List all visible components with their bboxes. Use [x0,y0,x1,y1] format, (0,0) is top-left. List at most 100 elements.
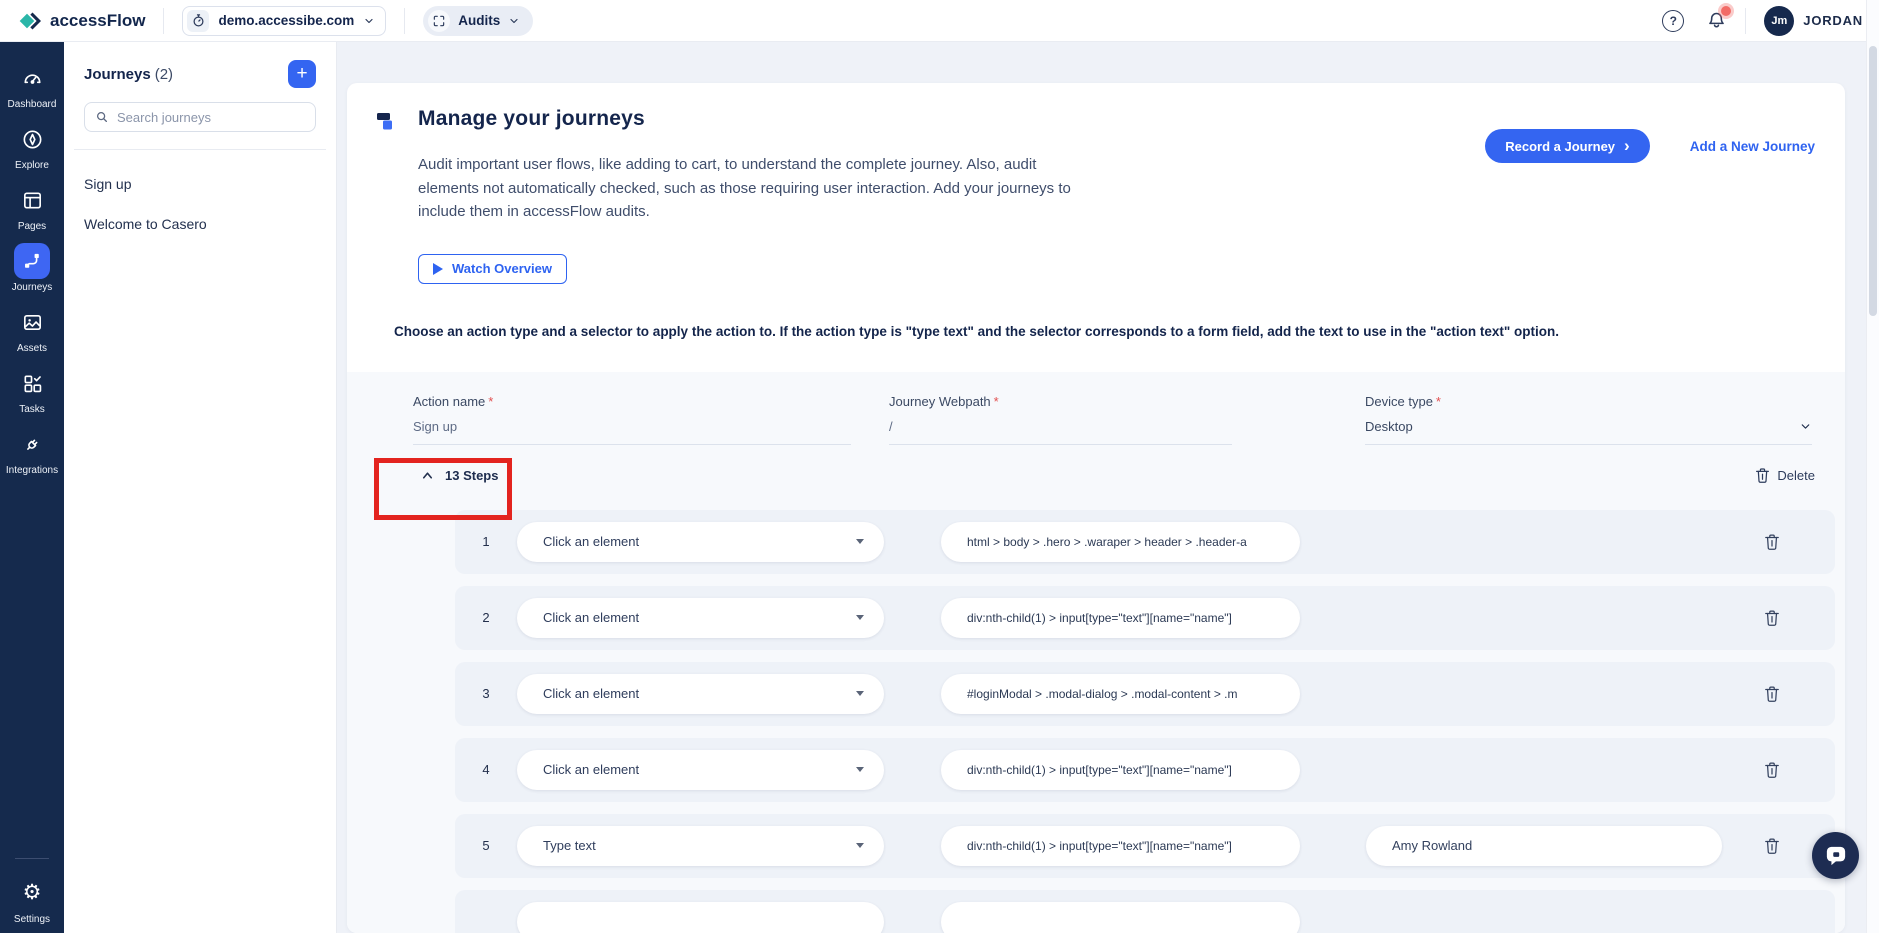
audits-selector-dropdown[interactable]: Audits [423,6,533,36]
brand-name: accessFlow [50,11,145,31]
delete-journey-button[interactable]: Delete [1755,467,1815,484]
add-journey-plus-button[interactable]: + [288,60,316,88]
sidebar-item-dashboard[interactable]: Dashboard [0,60,64,110]
journey-steps-icon [375,110,397,284]
step-action-text-pill[interactable]: Amy Rowland [1366,826,1722,866]
sidebar-item-assets[interactable]: Assets [0,304,64,354]
sidebar-item-label: Explore [15,160,49,171]
step-number: 5 [455,838,517,853]
device-type-label: Device type* [1365,394,1812,409]
step-selector-pill[interactable] [941,902,1300,933]
step-selector-pill[interactable]: html > body > .hero > .waraper > header … [941,522,1300,562]
sidebar-item-label: Journeys [12,282,53,293]
notification-badge [1721,6,1731,16]
step-row: 1 Click an element html > body > .hero >… [455,510,1835,574]
caret-down-icon [856,843,864,848]
trash-icon [1764,609,1780,627]
step-action-label: Click an element [543,534,639,549]
sidebar-item-settings[interactable]: ⚙ Settings [0,875,64,925]
site-selector-value: demo.accessibe.com [218,13,354,28]
user-avatar[interactable]: Jm [1764,6,1794,36]
notifications-bell-icon[interactable] [1706,10,1727,31]
step-selector-value: div:nth-child(1) > input[type="text"][na… [967,611,1232,625]
watch-overview-button[interactable]: Watch Overview [418,254,567,284]
search-icon [95,110,109,124]
required-marker: * [1436,394,1441,409]
site-selector-dropdown[interactable]: demo.accessibe.com [182,6,386,36]
sidebar-item-label: Pages [18,221,46,232]
sidebar-item-explore[interactable]: Explore [0,121,64,171]
chevron-right-icon: › [1624,137,1630,154]
sidebar-item-pages[interactable]: Pages [0,182,64,232]
step-number: 1 [455,534,517,549]
chat-widget-button[interactable] [1812,832,1859,879]
page-description: Audit important user flows, like adding … [418,153,1086,224]
step-delete-button[interactable] [1764,761,1780,779]
steps-rows: 1 Click an element html > body > .hero >… [455,510,1835,933]
caret-down-icon [856,767,864,772]
sidebar-item-tasks[interactable]: Tasks [0,365,64,415]
step-delete-button[interactable] [1764,837,1780,855]
trash-icon [1764,761,1780,779]
brand-logo: accessFlow [18,9,145,33]
journey-webpath-input[interactable]: / [889,419,1232,435]
topbar-right: ? Jm JORDAN [1662,6,1863,36]
trash-icon [1764,533,1780,551]
step-delete-button[interactable] [1764,609,1780,627]
page-scrollbar[interactable] [1866,0,1879,933]
trash-icon [1755,467,1770,484]
play-icon [433,263,443,275]
sidebar-item-label: Settings [14,914,50,925]
step-number: 2 [455,610,517,625]
step-action-label: Click an element [543,762,639,777]
help-icon[interactable]: ? [1662,10,1684,32]
record-journey-button[interactable]: Record a Journey › [1485,129,1650,163]
step-action-dropdown[interactable]: Click an element [517,674,884,714]
step-action-dropdown[interactable]: Click an element [517,750,884,790]
caret-down-icon [856,539,864,544]
step-delete-button[interactable] [1764,685,1780,703]
page-title: Manage your journeys [418,107,1086,131]
step-selector-value: div:nth-child(1) > input[type="text"][na… [967,839,1232,853]
journeys-search [84,102,316,132]
stopwatch-icon [187,10,209,32]
journeys-panel-title: Journeys(2) [84,66,173,83]
step-selector-pill[interactable]: div:nth-child(1) > input[type="text"][na… [941,598,1300,638]
chat-bubble-icon [1825,845,1847,866]
steps-count-label: 13 Steps [445,468,498,483]
sidebar-item-integrations[interactable]: Integrations [0,426,64,476]
caret-down-icon [856,691,864,696]
journey-webpath-label: Journey Webpath* [889,394,1232,409]
add-new-journey-link[interactable]: Add a New Journey [1690,139,1815,154]
device-type-select[interactable]: Desktop [1365,419,1812,435]
step-action-text-value: Amy Rowland [1392,838,1472,853]
scrollbar-thumb[interactable] [1869,46,1877,316]
chevron-up-icon [420,468,435,483]
step-delete-button[interactable] [1764,533,1780,551]
user-name: JORDAN [1803,13,1863,28]
search-input[interactable] [117,110,305,125]
pages-icon [14,182,50,218]
sidebar-item-journeys[interactable]: Journeys [0,243,64,293]
required-marker: * [488,394,493,409]
steps-toggle[interactable]: 13 Steps [420,468,498,483]
required-marker: * [994,394,999,409]
sidebar-item-label: Tasks [19,404,45,415]
step-action-dropdown[interactable]: Click an element [517,522,884,562]
sidebar-item-label: Integrations [6,465,58,476]
step-selector-pill[interactable]: div:nth-child(1) > input[type="text"][na… [941,750,1300,790]
step-selector-pill[interactable]: #loginModal > .modal-dialog > .modal-con… [941,674,1300,714]
chevron-down-icon [363,15,375,27]
journey-list-item[interactable]: Sign up [84,164,316,204]
journey-list-item[interactable]: Welcome to Casero [84,204,316,244]
step-action-dropdown[interactable]: Type text [517,826,884,866]
action-name-label: Action name* [413,394,851,409]
route-icon [14,243,50,279]
step-action-dropdown[interactable] [517,902,884,933]
step-selector-pill[interactable]: div:nth-child(1) > input[type="text"][na… [941,826,1300,866]
chevron-down-icon [1799,420,1812,433]
step-action-dropdown[interactable]: Click an element [517,598,884,638]
action-name-input[interactable]: Sign up [413,419,851,435]
step-row [455,890,1835,933]
manage-journeys-card: Manage your journeys Audit important use… [347,83,1845,933]
